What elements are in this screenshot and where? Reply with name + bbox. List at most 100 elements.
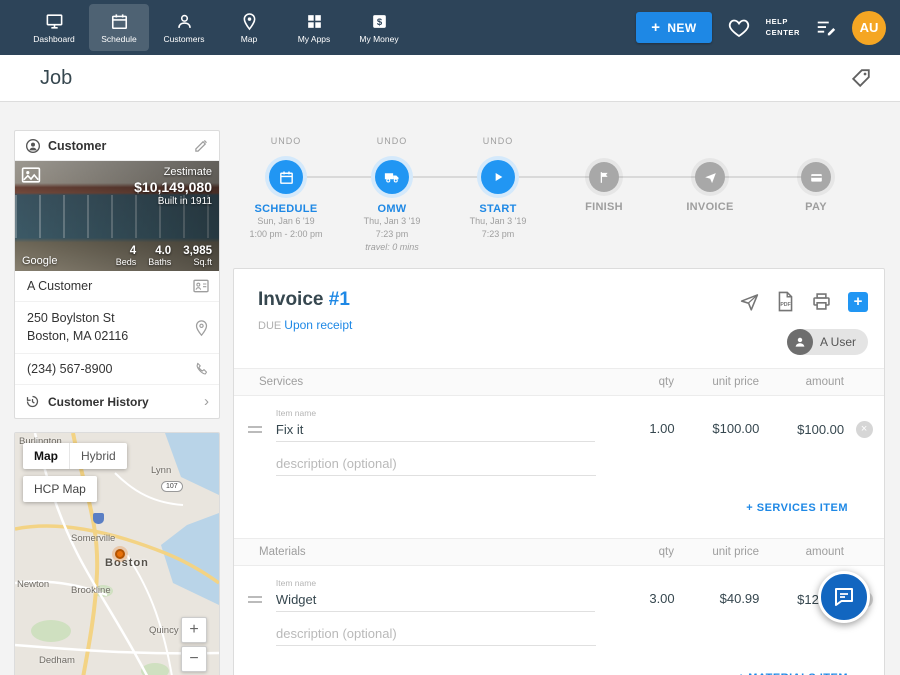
nav-item-map[interactable]: Map [219,4,279,51]
page-header: Job [0,55,900,102]
invoice-due-line: DUE Upon receipt [258,318,868,332]
invoice-step-circle[interactable] [695,162,725,192]
omw-step-circle[interactable] [375,160,409,194]
customer-phone[interactable]: (234) 567-8900 [27,362,112,376]
zestimate-block: Zestimate $10,149,080 Built in 1911 [134,166,212,207]
calendar-icon [110,12,129,31]
drag-handle-icon[interactable] [248,426,262,433]
delete-service-item-button[interactable]: × [856,421,873,438]
nav-label: Map [241,34,258,44]
stat-beds: 4 Beds [116,245,137,267]
step-label: PAY [763,201,869,213]
heart-logo-icon[interactable] [727,16,751,40]
chat-widget-button[interactable] [818,571,870,623]
edit-pencil-icon[interactable] [194,138,209,153]
nav-label: Schedule [101,34,136,44]
map-zoom-controls: + − [181,617,207,672]
help-center-line2: CENTER [766,28,800,39]
help-center-line1: HELP [766,17,800,28]
step-label: START [445,203,551,215]
plus-icon: + [854,293,863,310]
page-title: Job [40,67,72,90]
add-service-item-link[interactable]: + SERVICES ITEM [746,502,848,514]
invoice-title: Invoice [258,289,323,310]
undo-spacer [551,136,657,152]
customers-icon [175,12,194,31]
send-invoice-icon[interactable] [739,291,760,312]
unit-price-column-header: unit price [674,546,759,558]
material-qty-input[interactable] [605,591,675,606]
services-section-title: Services [234,376,594,388]
sqft-value: 3,985 [183,245,212,257]
location-pin-icon [194,319,209,336]
assignee-name: A User [820,335,856,349]
new-button[interactable]: + NEW [636,12,711,43]
drag-handle-icon[interactable] [248,596,262,603]
beds-value: 4 [116,245,137,257]
step-travel: travel: 0 mins [339,241,445,254]
print-icon[interactable] [811,291,832,312]
map-type-hybrid-button[interactable]: Hybrid [69,443,127,469]
baths-label: Baths [148,257,171,267]
zoom-out-button[interactable]: − [181,646,207,672]
activity-notes-icon[interactable] [815,17,837,39]
address-line2: Boston, MA 02116 [27,328,185,346]
material-description-input[interactable] [276,622,596,646]
pdf-icon[interactable]: PDF [776,291,795,312]
send-icon [703,170,718,185]
nav-item-customers[interactable]: Customers [154,4,214,51]
customer-history-row[interactable]: Customer History › [15,385,219,418]
customer-name: A Customer [27,279,92,293]
map-label: Brookline [71,585,111,596]
user-avatar[interactable]: AU [852,11,886,45]
invoice-number: #1 [329,289,350,310]
due-value-link[interactable]: Upon receipt [284,318,352,332]
nav-label: Dashboard [33,34,75,44]
service-description-input[interactable] [276,452,596,476]
nav-item-dashboard[interactable]: Dashboard [24,4,84,51]
zoom-in-button[interactable]: + [181,617,207,643]
amount-column-header: amount [759,546,844,558]
map-label: Dedham [39,655,75,666]
schedule-step-circle[interactable] [269,160,303,194]
map-type-map-button[interactable]: Map [23,443,69,469]
invoice-actions: PDF + [739,291,868,312]
help-center-link[interactable]: HELP CENTER [766,17,800,39]
stat-baths: 4.0 Baths [148,245,171,267]
item-name-label: Item name [276,578,595,588]
nav-item-my-money[interactable]: $ My Money [349,4,409,51]
map-view[interactable]: Burlington Lynn Somerville Boston Brookl… [15,433,219,675]
undo-start[interactable]: UNDO [445,136,551,152]
step-label: FINISH [551,201,657,213]
service-unit-price-input[interactable] [689,421,759,436]
customer-phone-row: (234) 567-8900 [15,354,219,385]
start-step-circle[interactable] [481,160,515,194]
customer-card: Customer Zestimate $10,149,080 Built in … [14,130,220,419]
material-item-name-input[interactable] [276,588,595,612]
step-time: 7:23 pm [445,228,551,241]
zestimate-label: Zestimate [134,166,212,178]
hcp-map-button[interactable]: HCP Map [23,476,97,502]
service-item-name-input[interactable] [276,418,595,442]
credit-card-icon [809,170,824,185]
main-column: UNDO SCHEDULE Sun, Jan 6 '19 1:00 pm - 2… [233,130,885,675]
nav-item-schedule[interactable]: Schedule [89,4,149,51]
add-invoice-item-button[interactable]: + [848,292,868,312]
apps-grid-icon [305,12,324,31]
pay-step-circle[interactable] [801,162,831,192]
undo-schedule[interactable]: UNDO [233,136,339,152]
undo-spacer [657,136,763,152]
property-photo[interactable]: Zestimate $10,149,080 Built in 1911 4 Be… [15,161,219,271]
step-pay: PAY [763,136,869,254]
service-qty-input[interactable] [605,421,675,436]
undo-omw[interactable]: UNDO [339,136,445,152]
plus-icon: + [651,19,660,36]
nav-item-my-apps[interactable]: My Apps [284,4,344,51]
map-label: Lynn [151,465,171,476]
materials-section-title: Materials [234,546,594,558]
finish-step-circle[interactable] [589,162,619,192]
nav-label: Customers [163,34,204,44]
material-unit-price-input[interactable] [689,591,759,606]
assignee-chip[interactable]: A User [787,329,868,355]
job-tags-icon[interactable] [850,67,872,89]
